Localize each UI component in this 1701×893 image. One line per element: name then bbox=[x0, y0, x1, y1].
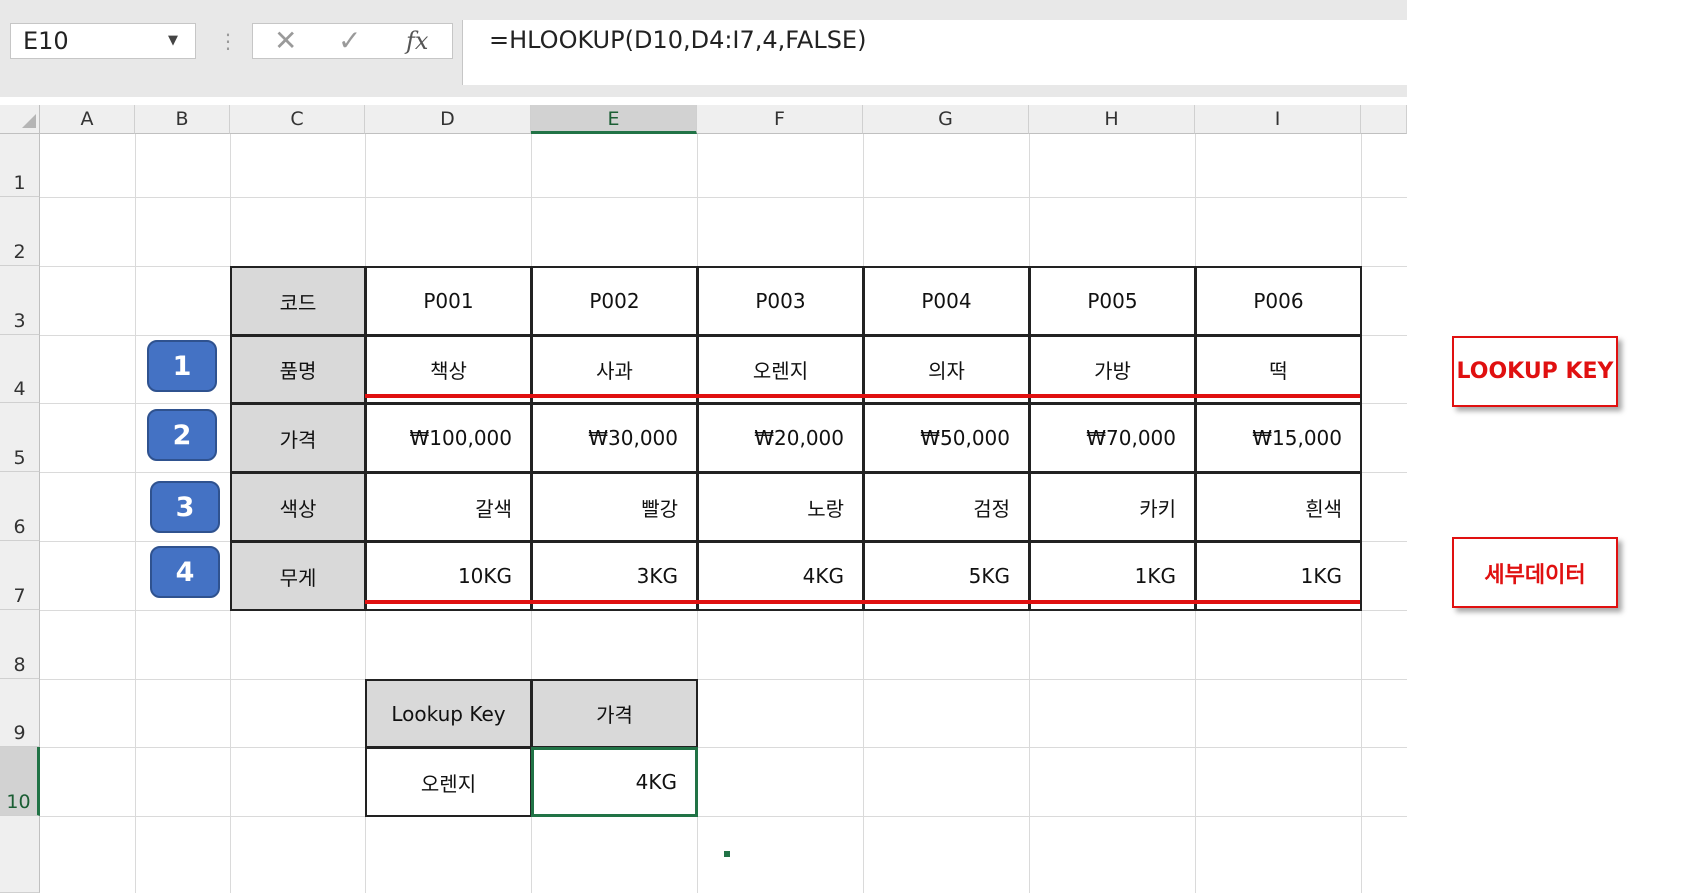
chevron-down-icon[interactable]: ▼ bbox=[168, 26, 178, 56]
badge-3: 3 bbox=[150, 481, 220, 533]
row-header-1[interactable]: 1 bbox=[0, 134, 40, 197]
gridline bbox=[135, 134, 136, 893]
active-cell-e10[interactable]: 4KG bbox=[531, 747, 698, 817]
table-cell-price[interactable]: ₩100,000 bbox=[365, 403, 532, 473]
table-cell-code[interactable]: P001 bbox=[365, 266, 532, 336]
gridline bbox=[40, 679, 1466, 680]
table-cell-price[interactable]: ₩50,000 bbox=[863, 403, 1030, 473]
gridline bbox=[40, 197, 1466, 198]
row-header-8[interactable]: 8 bbox=[0, 610, 40, 679]
table-cell-color[interactable]: 검정 bbox=[863, 472, 1030, 542]
lookup-key-underline bbox=[365, 394, 1360, 398]
table-cell-price[interactable]: ₩15,000 bbox=[1195, 403, 1362, 473]
badge-1: 1 bbox=[147, 340, 217, 392]
table-cell-code[interactable]: P005 bbox=[1029, 266, 1196, 336]
table-header-weight[interactable]: 무게 bbox=[230, 541, 366, 611]
gridline bbox=[40, 816, 1466, 817]
select-all-icon bbox=[22, 114, 36, 128]
insert-function-icon[interactable]: fx bbox=[406, 24, 428, 58]
table-cell-color[interactable]: 갈색 bbox=[365, 472, 532, 542]
table-cell-price[interactable]: ₩30,000 bbox=[531, 403, 698, 473]
column-header-h[interactable]: H bbox=[1029, 105, 1195, 134]
detail-data-underline bbox=[365, 600, 1360, 604]
badge-2: 2 bbox=[147, 409, 217, 461]
column-header-g[interactable]: G bbox=[863, 105, 1029, 134]
slide-background bbox=[1407, 0, 1701, 893]
drag-handle-icon[interactable]: ⋮ bbox=[218, 26, 238, 56]
table-cell-color[interactable]: 노랑 bbox=[697, 472, 864, 542]
detail-data-callout: 세부데이터 bbox=[1452, 537, 1618, 608]
cancel-icon[interactable]: ✕ bbox=[274, 24, 297, 58]
row-header-11[interactable] bbox=[0, 816, 40, 893]
table-header-color[interactable]: 색상 bbox=[230, 472, 366, 542]
column-header-e[interactable]: E bbox=[531, 105, 697, 134]
badge-4: 4 bbox=[150, 546, 220, 598]
column-header-f[interactable]: F bbox=[697, 105, 863, 134]
table-cell-price[interactable]: ₩20,000 bbox=[697, 403, 864, 473]
table-cell-code[interactable]: P002 bbox=[531, 266, 698, 336]
row-header-6[interactable]: 6 bbox=[0, 472, 40, 541]
row-header-5[interactable]: 5 bbox=[0, 403, 40, 472]
column-header-a[interactable]: A bbox=[40, 105, 135, 134]
table-cell-color[interactable]: 빨강 bbox=[531, 472, 698, 542]
enter-icon[interactable]: ✓ bbox=[338, 24, 361, 58]
row-header-10[interactable]: 10 bbox=[0, 747, 40, 816]
row-header-3[interactable]: 3 bbox=[0, 266, 40, 335]
table-cell-code[interactable]: P004 bbox=[863, 266, 1030, 336]
table-cell-color[interactable]: 흰색 bbox=[1195, 472, 1362, 542]
table-cell-color[interactable]: 카키 bbox=[1029, 472, 1196, 542]
table-cell-price[interactable]: ₩70,000 bbox=[1029, 403, 1196, 473]
column-header-c[interactable]: C bbox=[230, 105, 365, 134]
column-header-i[interactable]: I bbox=[1195, 105, 1361, 134]
row-header-9[interactable]: 9 bbox=[0, 679, 40, 747]
lookup-key-callout: LOOKUP KEY bbox=[1452, 336, 1618, 407]
table-cell-code[interactable]: P003 bbox=[697, 266, 864, 336]
column-header-b[interactable]: B bbox=[135, 105, 230, 134]
row-header-2[interactable]: 2 bbox=[0, 197, 40, 266]
fill-handle[interactable] bbox=[723, 850, 731, 858]
column-header-j[interactable] bbox=[1361, 105, 1407, 134]
lookup-key-cell[interactable]: 오렌지 bbox=[365, 747, 532, 817]
row-header-7[interactable]: 7 bbox=[0, 541, 40, 610]
formula-input[interactable]: =HLOOKUP(D10,D4:I7,4,FALSE) bbox=[462, 20, 1466, 85]
table-cell-code[interactable]: P006 bbox=[1195, 266, 1362, 336]
table-header-code[interactable]: 코드 bbox=[230, 266, 366, 336]
table-header-price[interactable]: 가격 bbox=[230, 403, 366, 473]
row-header-4[interactable]: 4 bbox=[0, 335, 40, 403]
table-header-name[interactable]: 품명 bbox=[230, 335, 366, 404]
gridline bbox=[40, 747, 1466, 748]
lookup-key-header[interactable]: Lookup Key bbox=[365, 679, 532, 748]
lookup-value-header[interactable]: 가격 bbox=[531, 679, 698, 748]
column-header-d[interactable]: D bbox=[365, 105, 531, 134]
